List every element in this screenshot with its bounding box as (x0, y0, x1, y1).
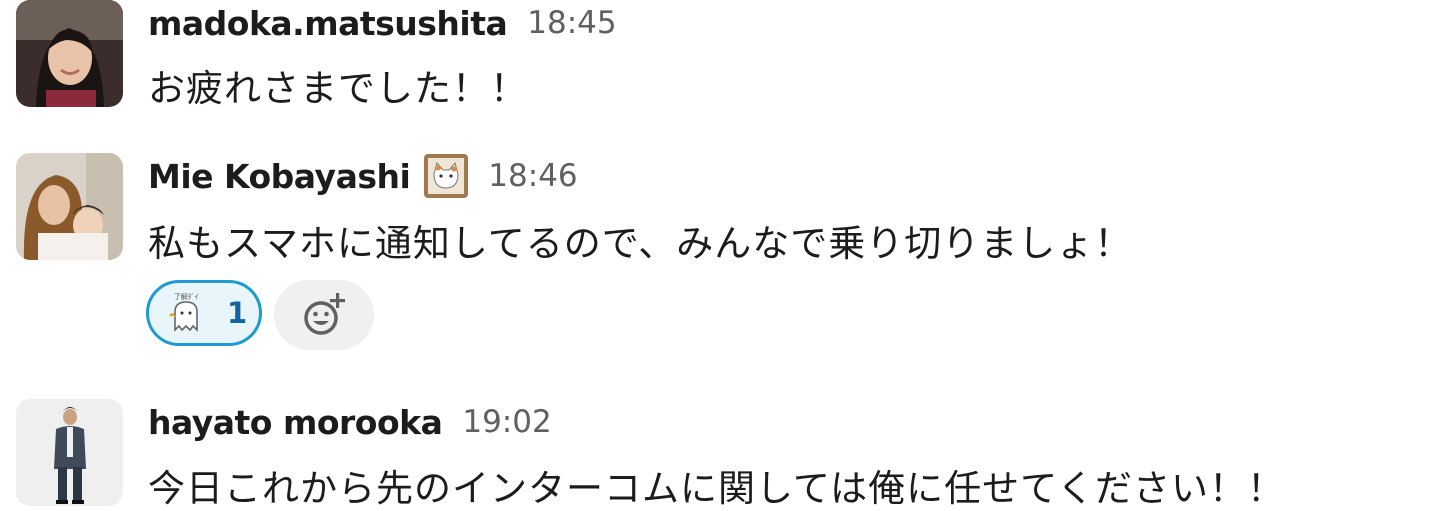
svg-text:了解ﾀﾞｲ: 了解ﾀﾞｲ (174, 292, 199, 301)
user-avatar-photo (16, 0, 123, 107)
timestamp[interactable]: 19:02 (462, 404, 551, 440)
reaction-pill[interactable]: 了解ﾀﾞｲ 1 (146, 280, 262, 346)
timestamp[interactable]: 18:46 (488, 158, 577, 194)
add-reaction-button[interactable] (274, 280, 374, 350)
user-avatar-photo (16, 153, 123, 260)
reaction-count: 1 (227, 296, 248, 330)
author-name[interactable]: madoka.matsushita (148, 4, 508, 43)
reaction-bar: 了解ﾀﾞｲ 1 (146, 280, 374, 350)
author-name[interactable]: Mie Kobayashi (148, 157, 411, 196)
message-text: 今日これから先のインターコムに関しては俺に任せてください！！ (148, 467, 1286, 510)
add-reaction-icon (304, 293, 345, 335)
author-name[interactable]: hayato morooka (148, 403, 443, 442)
avatar[interactable] (16, 399, 123, 506)
cat-status-emoji-icon[interactable] (424, 154, 469, 198)
timestamp[interactable]: 18:45 (527, 5, 616, 41)
message-header: madoka.matsushita 18:45 (148, 0, 617, 46)
message-text: 私もスマホに通知してるので、みんなで乗り切りましょ！ (148, 222, 1133, 265)
message-header: Mie Kobayashi 18:46 (148, 153, 578, 199)
avatar[interactable] (16, 153, 123, 260)
user-avatar-photo (16, 399, 123, 506)
message-header: hayato morooka 19:02 (148, 399, 552, 445)
ghost-custom-emoji-icon: 了解ﾀﾞｲ (163, 290, 209, 336)
message-feed: madoka.matsushita 18:45 お疲れさまでした！！ Mie K… (0, 0, 1440, 511)
avatar[interactable] (16, 0, 123, 107)
message-text: お疲れさまでした！！ (148, 67, 528, 110)
